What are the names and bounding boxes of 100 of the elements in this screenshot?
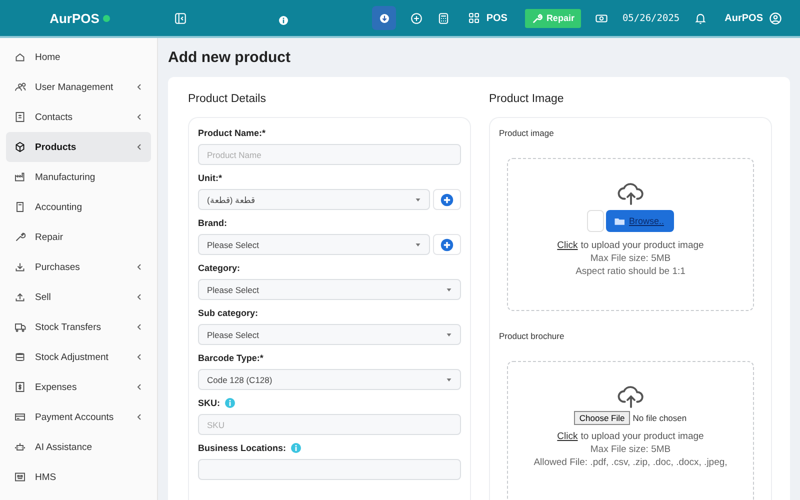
add-icon[interactable]: [410, 12, 424, 24]
menu-item-icon: [14, 171, 26, 183]
caret-icon: [415, 196, 421, 202]
user-menu-button[interactable]: AurPOS: [720, 12, 786, 24]
cloud-upload-icon: [616, 181, 644, 206]
select-dropdown[interactable]: Please Select: [198, 279, 461, 300]
user-icon: [769, 12, 782, 24]
sidebar-item[interactable]: Payment Accounts: [6, 402, 151, 432]
upload-hint: to upload your product image: [580, 240, 704, 251]
cloud-upload-icon: [616, 384, 644, 409]
menu-item-icon: [14, 291, 26, 303]
folder-icon: [614, 216, 626, 226]
chevron-icon: [135, 293, 143, 301]
menu-item-icon: [14, 141, 26, 153]
download-icon: [380, 14, 389, 22]
section-title: Product Image: [489, 93, 565, 105]
chevron-icon: [135, 113, 143, 121]
field-label: SKU:: [198, 398, 220, 408]
select-dropdown[interactable]: Please Select: [198, 234, 430, 255]
field-label: Barcode Type:*: [198, 353, 264, 363]
menu-item-icon: [14, 381, 26, 393]
menu-item-icon: [14, 201, 26, 213]
field-label: Unit:*: [198, 173, 222, 183]
field-label: Category:: [198, 263, 240, 273]
sidebar-item[interactable]: Repair: [6, 222, 151, 252]
notification-bell-icon[interactable]: [694, 12, 707, 24]
sidebar-item[interactable]: Contacts: [6, 102, 151, 132]
text-input[interactable]: [198, 459, 461, 480]
wrench-icon: [532, 12, 544, 24]
menu-item-icon: [14, 81, 26, 93]
upload-link[interactable]: Click: [557, 431, 578, 442]
caret-icon: [446, 376, 452, 382]
sidebar-item[interactable]: Home: [6, 42, 151, 72]
info-icon: [291, 443, 302, 453]
sidebar-item[interactable]: Stock Transfers: [6, 312, 151, 342]
select-dropdown[interactable]: قطعة (قطعة): [198, 189, 430, 210]
menu-item-icon: [14, 441, 26, 453]
menu-item-icon: [14, 261, 26, 273]
sidebar-item[interactable]: Accounting: [6, 192, 151, 222]
sidebar-item[interactable]: HMS: [6, 462, 151, 492]
drop-zone[interactable]: Choose File No file chosen Click to upload your product image Max File size: 5MB Allowed File: .pdf, .csv, .zip, .doc, .docx, .jpeg,: [507, 361, 754, 500]
sidebar-toggle-icon[interactable]: [174, 12, 187, 24]
file-input[interactable]: [586, 210, 604, 232]
menu-item-icon: [14, 411, 26, 423]
sidebar-item[interactable]: Purchases: [6, 252, 151, 282]
field-label: Product Name:*: [198, 128, 266, 138]
field-label: Brand:: [198, 218, 227, 228]
calculator-icon[interactable]: [437, 12, 450, 24]
upload-note: Max File size: 5MB: [590, 253, 671, 264]
sidebar-item[interactable]: Manufacturing: [6, 162, 151, 192]
field-label: Sub category:: [198, 308, 258, 318]
sidebar-item[interactable]: Stock Adjustment: [6, 342, 151, 372]
sidebar-item[interactable]: Expenses: [6, 372, 151, 402]
select-dropdown[interactable]: Please Select: [198, 324, 461, 345]
chevron-icon: [135, 263, 143, 271]
upload-label: Product brochure: [499, 331, 566, 341]
info-icon: [279, 16, 288, 25]
date-display: 05/26/2025: [622, 12, 680, 24]
caret-icon: [446, 332, 452, 338]
chevron-icon: [135, 383, 143, 391]
chevron-icon: [135, 323, 143, 331]
add-button[interactable]: [433, 234, 461, 255]
chevron-icon: [135, 83, 143, 91]
field-label: Business Locations:: [198, 443, 286, 453]
menu-item-icon: [14, 321, 26, 333]
page-title: Add new product: [168, 49, 292, 66]
text-input[interactable]: Product Name: [198, 144, 461, 165]
status-dot-icon: [103, 14, 110, 22]
upload-hint: to upload your product image: [580, 431, 704, 442]
upload-note: Allowed File: .pdf, .csv, .zip, .doc, .docx, .jpeg,: [534, 457, 728, 468]
sidebar-item[interactable]: Products: [6, 132, 151, 162]
plus-circle-icon: [440, 192, 454, 206]
plus-circle-icon: [440, 238, 454, 252]
menu-item-icon: [14, 471, 26, 483]
upload-label: Product image: [499, 128, 555, 138]
menu-item-icon: [14, 111, 26, 123]
add-button[interactable]: [433, 189, 461, 210]
cash-icon[interactable]: [595, 12, 608, 24]
upload-note: Aspect ratio should be 1:1: [576, 266, 686, 277]
menu-item-icon: [14, 351, 26, 363]
download-button[interactable]: [372, 6, 396, 30]
caret-icon: [446, 286, 452, 292]
caret-icon: [415, 242, 421, 248]
sidebar-item[interactable]: AI Assistance: [6, 432, 151, 462]
drop-zone[interactable]: Browse.. Click to upload your product image Max File size: 5MB Aspect ratio should be 1:1: [507, 158, 754, 311]
grid-icon: [468, 12, 480, 24]
info-icon: [225, 398, 235, 408]
choose-file-button[interactable]: Choose File: [574, 411, 630, 425]
menu-item-icon: [14, 231, 26, 243]
chevron-icon: [135, 143, 143, 151]
chevron-icon: [135, 413, 143, 421]
text-input[interactable]: SKU: [198, 414, 461, 435]
pos-button[interactable]: POS: [464, 12, 512, 24]
brand-logo[interactable]: AurPOS: [50, 10, 100, 26]
upload-link[interactable]: Click: [557, 240, 578, 251]
menu-item-icon: [14, 51, 26, 63]
sidebar-item[interactable]: Sell: [6, 282, 151, 312]
select-dropdown[interactable]: Code 128 (C128): [198, 369, 461, 390]
upload-note: Max File size: 5MB: [590, 444, 671, 455]
sidebar-item[interactable]: User Management: [6, 72, 151, 102]
